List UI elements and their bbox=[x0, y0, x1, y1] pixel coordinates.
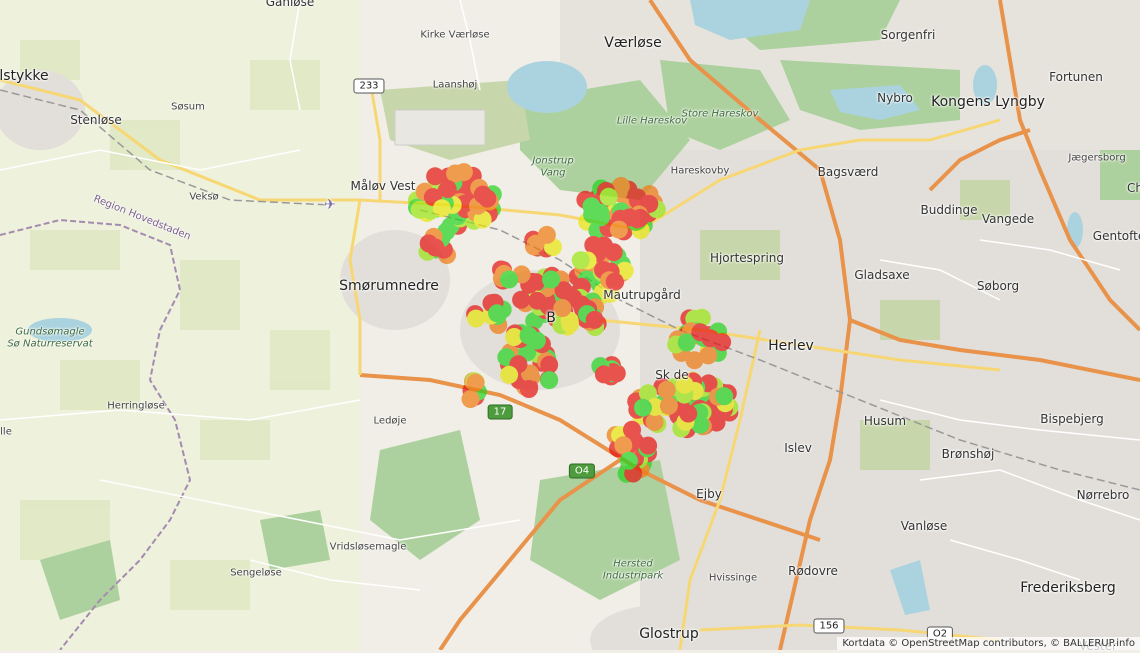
data-marker[interactable] bbox=[527, 331, 546, 350]
place-label-hersted-1: Hersted bbox=[613, 558, 653, 570]
data-marker[interactable] bbox=[614, 436, 633, 455]
place-label-norrebro: Nørrebro bbox=[1076, 488, 1130, 502]
place-label-jonstrup-vang-2: Vang bbox=[540, 167, 566, 179]
place-label-smorumnedre: Smørumnedre bbox=[339, 278, 439, 294]
data-marker[interactable] bbox=[585, 310, 604, 329]
place-label-gundsomagle-1: Gundsømagle bbox=[15, 326, 85, 338]
airport-icon: ✈ bbox=[324, 197, 336, 213]
place-label-vanlose: Vanløse bbox=[900, 519, 948, 533]
place-label-bispebjerg: Bispebjerg bbox=[1040, 412, 1104, 426]
place-label-ganlose: Ganløse bbox=[265, 0, 315, 9]
place-label-vangede: Vangede bbox=[981, 212, 1035, 226]
place-label-gundsomagle-2: Sø Naturreservat bbox=[7, 338, 93, 350]
data-marker[interactable] bbox=[526, 234, 545, 253]
data-marker[interactable] bbox=[528, 291, 547, 310]
place-label-vaerlose: Værløse bbox=[604, 35, 662, 51]
data-marker[interactable] bbox=[432, 199, 451, 218]
data-marker[interactable] bbox=[715, 387, 734, 406]
place-label-gladsaxe: Gladsaxe bbox=[854, 268, 910, 282]
data-marker[interactable] bbox=[659, 396, 678, 415]
data-marker[interactable] bbox=[488, 304, 507, 323]
data-marker[interactable] bbox=[599, 187, 618, 206]
data-marker[interactable] bbox=[628, 210, 647, 229]
data-marker[interactable] bbox=[500, 365, 519, 384]
place-label-mautrupgaard: Mautrupgård bbox=[603, 288, 681, 302]
data-marker[interactable] bbox=[540, 355, 559, 374]
data-marker[interactable] bbox=[542, 270, 561, 289]
data-marker[interactable] bbox=[466, 373, 485, 392]
place-label-ejby: Ejby bbox=[696, 487, 722, 501]
place-label-ille: lle bbox=[0, 426, 12, 438]
data-marker[interactable] bbox=[691, 323, 710, 342]
data-marker[interactable] bbox=[561, 315, 580, 333]
road-shield-233: 233 bbox=[353, 78, 385, 94]
data-marker[interactable] bbox=[571, 251, 590, 270]
place-label-malov-vest: Måløv Vest bbox=[350, 179, 416, 193]
data-marker[interactable] bbox=[584, 236, 603, 254]
place-label-vridslosemagle: Vridsløsemagle bbox=[329, 541, 407, 553]
data-marker[interactable] bbox=[634, 398, 652, 417]
data-marker[interactable] bbox=[473, 185, 492, 204]
data-marker[interactable] bbox=[679, 404, 698, 423]
place-label-kongens-lyngby: Kongens Lyngby bbox=[931, 94, 1045, 110]
place-label-jonstrup-vang-1: Jonstrup bbox=[532, 155, 574, 167]
place-label-bagsvaerd: Bagsværd bbox=[817, 165, 879, 179]
data-marker[interactable] bbox=[713, 333, 732, 352]
place-label-hjortespring: Hjortespring bbox=[709, 251, 785, 265]
data-marker[interactable] bbox=[591, 203, 610, 222]
place-label-stenlose: Stenløse bbox=[70, 113, 122, 127]
place-label-herringlose: Herringløse bbox=[107, 400, 165, 412]
place-label-fortunen: Fortunen bbox=[1049, 70, 1103, 84]
place-label-laanshoj: Laanshøj bbox=[432, 79, 478, 91]
place-label-soborg: Søborg bbox=[976, 279, 1020, 293]
data-marker[interactable] bbox=[519, 380, 538, 398]
place-label-gentofte: Gentofte bbox=[1092, 229, 1140, 243]
data-marker[interactable] bbox=[604, 243, 623, 262]
place-label-hvissinge: Hvissinge bbox=[708, 572, 758, 584]
data-marker[interactable] bbox=[540, 371, 559, 390]
place-label-sengelose: Sengeløse bbox=[230, 567, 282, 579]
place-label-hersted-2: Industripark bbox=[602, 570, 664, 582]
place-label-frederiksberg: Frederiksberg bbox=[1020, 580, 1116, 596]
data-marker[interactable] bbox=[594, 365, 613, 384]
map-attribution[interactable]: Kortdata © OpenStreetMap contributors, ©… bbox=[837, 637, 1140, 650]
data-marker[interactable] bbox=[461, 390, 480, 409]
road-shield-o4: O4 bbox=[568, 463, 596, 479]
data-marker[interactable] bbox=[410, 200, 429, 219]
place-label-olstykke: lstykke bbox=[0, 68, 49, 84]
place-label-ledoje: Ledøje bbox=[373, 415, 407, 427]
place-label-jaegersborg: Jægersborg bbox=[1068, 152, 1126, 164]
place-label-sorgenfri: Sorgenfri bbox=[880, 28, 936, 42]
road-shield-156: 156 bbox=[813, 618, 845, 634]
place-label-rodovre: Rødovre bbox=[788, 564, 838, 578]
place-label-skovlunde: Sk de bbox=[655, 368, 689, 382]
place-label-store-hareskov: Store Hareskov bbox=[681, 108, 759, 120]
data-marker[interactable] bbox=[500, 270, 519, 289]
data-marker[interactable] bbox=[619, 451, 638, 470]
place-label-husum: Husum bbox=[863, 414, 907, 428]
place-label-buddinge: Buddinge bbox=[920, 203, 978, 217]
data-marker[interactable] bbox=[419, 234, 438, 253]
place-label-lille-hareskov: Lille Hareskov bbox=[616, 115, 688, 127]
data-marker[interactable] bbox=[467, 309, 485, 328]
place-label-glostrup: Glostrup bbox=[639, 626, 699, 642]
place-label-nybro: Nybro bbox=[877, 91, 913, 105]
place-label-hareskovby: Hareskovby bbox=[670, 165, 730, 177]
place-label-sosum: Søsum bbox=[171, 101, 205, 113]
place-label-bronshoj: Brønshøj bbox=[941, 447, 995, 461]
place-label-ballerup: B bbox=[546, 310, 556, 326]
place-label-kirke-vaerlose: Kirke Værløse bbox=[420, 29, 490, 41]
data-marker[interactable] bbox=[609, 220, 628, 239]
place-label-ch: Ch bbox=[1127, 181, 1140, 195]
data-marker[interactable] bbox=[657, 380, 676, 399]
data-marker[interactable] bbox=[446, 164, 465, 183]
place-label-vekso: Veksø bbox=[189, 191, 219, 203]
data-marker[interactable] bbox=[699, 346, 718, 365]
road-shield-17: 17 bbox=[487, 404, 513, 420]
place-label-islev: Islev bbox=[784, 441, 812, 455]
place-label-herlev: Herlev bbox=[768, 338, 814, 354]
